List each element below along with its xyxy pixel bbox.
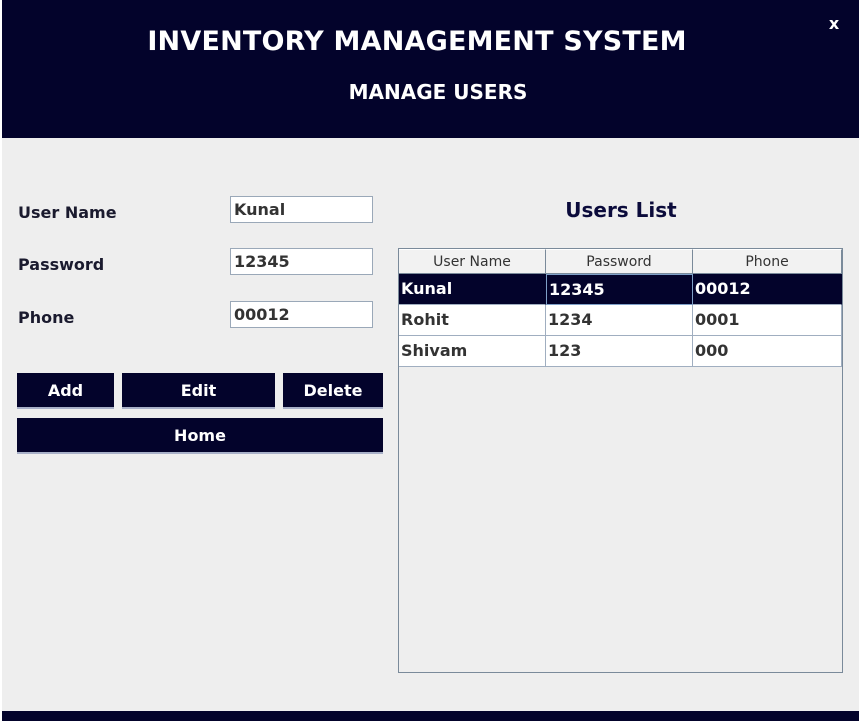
header-banner: INVENTORY MANAGEMENT SYSTEM MANAGE USERS… xyxy=(2,0,859,138)
table-cell-password[interactable]: 1234 xyxy=(546,305,693,336)
table-row[interactable]: Kunal 12345 00012 xyxy=(399,274,842,305)
phone-label: Phone xyxy=(18,308,75,327)
table-row[interactable]: Shivam 123 000 xyxy=(399,336,842,367)
table-cell-phone[interactable]: 000 xyxy=(693,336,842,367)
close-button[interactable]: x xyxy=(824,14,844,36)
column-header-phone[interactable]: Phone xyxy=(693,249,842,274)
table-cell-username[interactable]: Rohit xyxy=(399,305,546,336)
users-list-title: Users List xyxy=(565,198,677,222)
edit-button[interactable]: Edit xyxy=(122,373,275,409)
username-label: User Name xyxy=(18,203,117,222)
table-cell-password[interactable]: 123 xyxy=(546,336,693,367)
main-panel: User Name Password Phone Add Edit Delete… xyxy=(2,138,859,711)
table-cell-password[interactable]: 12345 xyxy=(546,274,693,305)
app-window: INVENTORY MANAGEMENT SYSTEM MANAGE USERS… xyxy=(0,0,861,721)
column-header-username[interactable]: User Name xyxy=(399,249,546,274)
password-input[interactable] xyxy=(230,248,373,275)
table-row[interactable]: Rohit 1234 0001 xyxy=(399,305,842,336)
table-cell-username[interactable]: Kunal xyxy=(399,274,546,305)
delete-button[interactable]: Delete xyxy=(283,373,383,409)
table-cell-username[interactable]: Shivam xyxy=(399,336,546,367)
table-cell-phone[interactable]: 00012 xyxy=(693,274,842,305)
phone-input[interactable] xyxy=(230,301,373,328)
password-label: Password xyxy=(18,255,105,274)
table-cell-phone[interactable]: 0001 xyxy=(693,305,842,336)
add-button[interactable]: Add xyxy=(17,373,114,409)
column-header-password[interactable]: Password xyxy=(546,249,693,274)
page-subtitle: MANAGE USERS xyxy=(348,80,528,104)
table-header: User Name Password Phone xyxy=(399,249,842,274)
home-button[interactable]: Home xyxy=(17,418,383,454)
username-input[interactable] xyxy=(230,196,373,223)
footer-bar xyxy=(2,711,859,721)
users-table[interactable]: User Name Password Phone Kunal 12345 000… xyxy=(398,248,843,673)
app-title: INVENTORY MANAGEMENT SYSTEM xyxy=(147,26,687,57)
